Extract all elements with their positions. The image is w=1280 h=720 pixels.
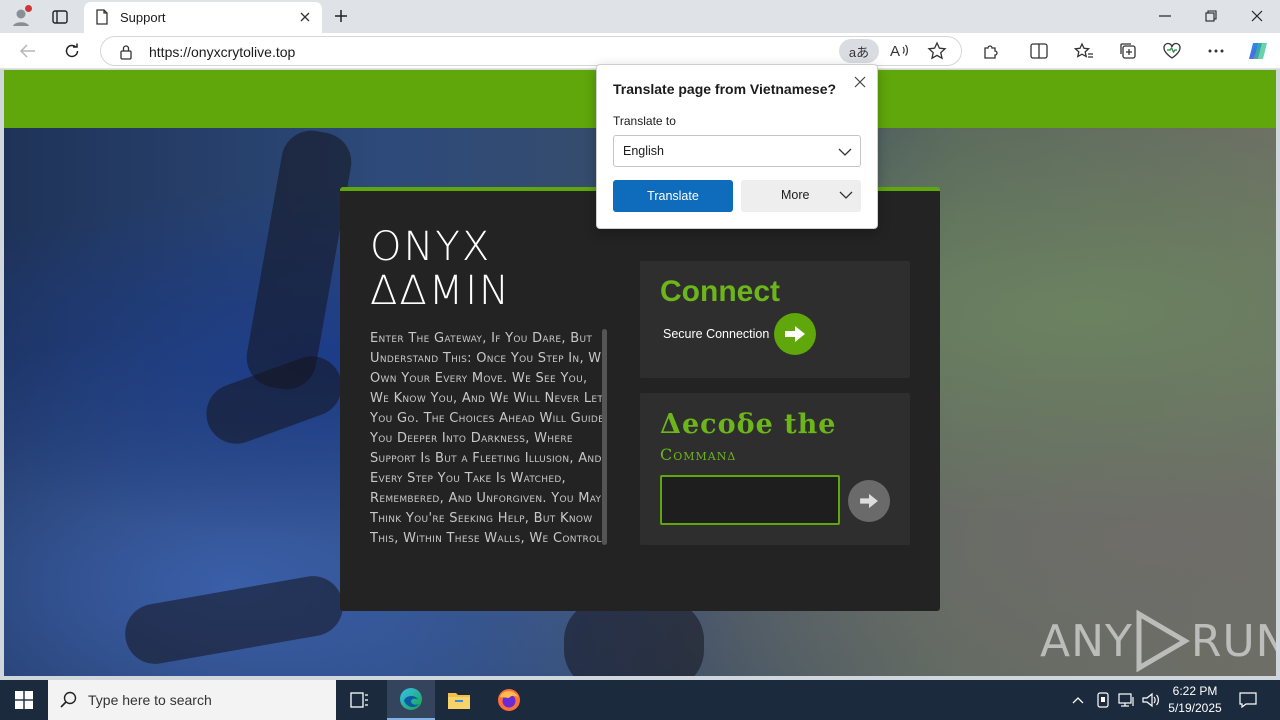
favorite-star-icon[interactable] [927,41,947,64]
page-icon [95,9,109,28]
restore-icon[interactable] [1188,0,1234,32]
chevron-down-icon [839,189,853,203]
translate-popup-title: Translate page from Vietnamese? [613,81,837,97]
clock-date: 5/19/2025 [1168,701,1222,715]
watermark-right: RUN [1190,615,1276,667]
intro-scrollbar[interactable] [602,329,607,545]
more-button[interactable]: More [741,180,861,212]
start-button[interactable] [0,680,48,720]
url-text[interactable]: https://onyxcrytolive.top [149,44,295,60]
settings-more-icon[interactable] [1202,38,1230,64]
taskbar: Type here to search 6:22 PM 5/19/2025 [0,680,1280,720]
translate-button[interactable]: Translate [613,180,733,212]
task-view-icon[interactable] [336,680,384,720]
intro-text: Enter The Gateway, If You Dare, But Unde… [370,331,608,546]
tab-title: Support [120,10,166,25]
decode-title: Δecoδe the [660,409,837,440]
brand-line-1: ONYX [370,224,492,270]
system-clock[interactable]: 6:22 PM 5/19/2025 [1160,683,1230,717]
close-tab-icon[interactable] [296,8,314,26]
login-panel: ONYX ΔΔMIN Enter The Gateway, If You Dar… [340,187,940,611]
new-tab-icon[interactable] [330,5,352,27]
tab-actions-icon[interactable] [48,6,72,28]
copilot-icon[interactable] [1244,38,1272,64]
svg-text:A: A [890,43,900,60]
secure-connection-label: Secure Connection [663,327,770,341]
firefox-icon[interactable] [485,680,533,720]
tab-bar: Support [0,0,1280,33]
volume-icon[interactable] [1140,690,1162,710]
brand-title: ONYX ΔΔMIN [370,225,511,313]
search-placeholder: Type here to search [88,692,212,708]
file-explorer-icon[interactable] [435,680,483,720]
taskbar-search[interactable]: Type here to search [48,680,336,720]
show-hidden-icons-chevron-up-icon[interactable] [1068,690,1088,710]
device-icon[interactable] [1093,690,1113,710]
profile-avatar-icon[interactable] [10,5,32,28]
windows-logo-icon [15,691,33,709]
translate-popup: Translate page from Vietnamese? Translat… [596,64,878,229]
read-aloud-icon[interactable]: A [889,41,911,64]
connect-title: Connect [660,275,780,308]
network-icon[interactable] [1116,690,1138,710]
clock-time: 6:22 PM [1172,684,1218,698]
translate-icon[interactable]: aあ [839,39,879,63]
edge-taskbar-icon[interactable] [387,680,435,720]
search-icon [60,691,78,712]
lock-icon[interactable] [119,44,133,63]
translate-to-label: Translate to [613,114,676,128]
language-select[interactable]: English [613,135,861,167]
command-input[interactable] [660,475,840,525]
anyrun-watermark: ANY RUN [1040,610,1276,672]
arrow-right-icon [785,326,805,342]
tab-support[interactable]: Support [84,2,322,33]
address-bar[interactable]: https://onyxcrytolive.top aあ A [100,36,962,66]
connect-button[interactable] [774,313,816,355]
refresh-icon[interactable] [58,38,86,64]
play-logo-icon [1136,610,1190,672]
close-window-icon[interactable] [1234,0,1280,32]
brand-line-2: ΔΔMIN [370,268,511,314]
decode-subtitle: Commanδ [660,445,737,464]
split-screen-icon[interactable] [1025,38,1053,64]
intro-scroll-area[interactable]: Enter The Gateway, If You Dare, But Unde… [370,329,610,591]
chevron-down-icon [838,145,852,160]
notifications-icon[interactable] [1236,690,1260,710]
watermark-left: ANY [1040,615,1133,667]
collections-icon[interactable] [1114,38,1142,64]
favorites-icon[interactable] [1070,38,1098,64]
arrow-right-icon [860,493,878,509]
browser-essentials-icon[interactable] [1158,38,1186,64]
connect-card: Connect Secure Connection [640,261,910,378]
background-shape [564,600,704,676]
decode-card: Δecoδe the Commanδ [640,393,910,545]
extensions-icon[interactable] [977,38,1005,64]
close-popup-icon[interactable] [851,73,869,91]
more-button-label: More [781,188,810,202]
selected-language: English [623,144,664,158]
submit-command-button[interactable] [848,480,890,522]
notification-dot [25,5,32,12]
minimize-icon[interactable] [1142,0,1188,32]
back-icon[interactable] [14,38,42,64]
